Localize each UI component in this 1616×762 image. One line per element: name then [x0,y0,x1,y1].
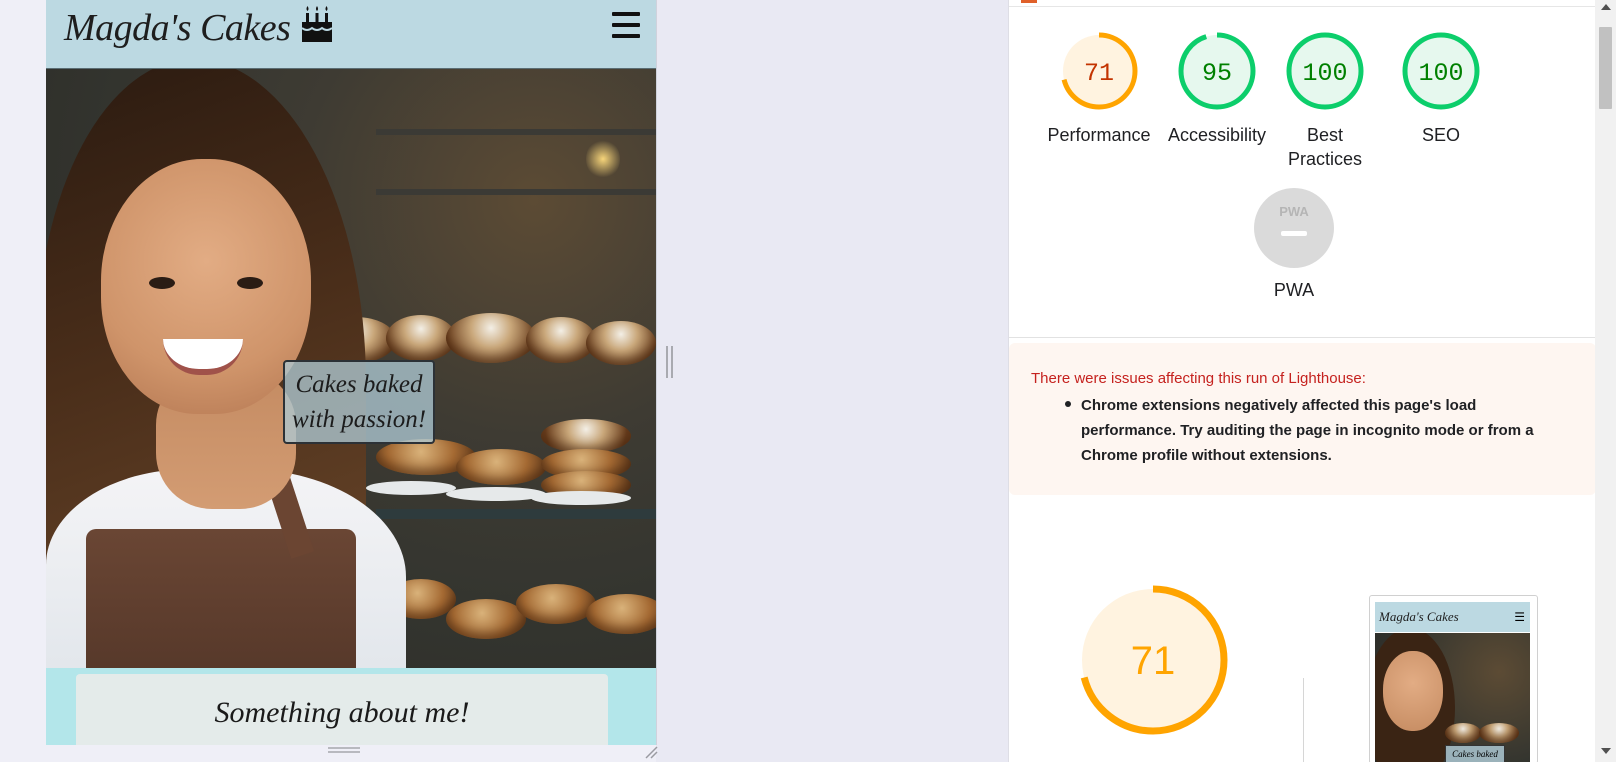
gauge-score: 100 [1302,59,1347,88]
resize-handle-bottom[interactable] [328,747,360,753]
gauge-score: 100 [1418,59,1463,88]
about-card: Something about me! [76,674,608,745]
gauge-ring: 71 [1060,32,1138,110]
warning-title: There were issues affecting this run of … [1031,370,1366,387]
device-bottom-bar [46,745,658,762]
woman-apron [86,529,356,668]
gauge-seo[interactable]: 100 SEO [1381,31,1501,147]
gauge-ring: 100 [1286,32,1364,110]
main-performance-gauge[interactable]: 71 [1073,580,1233,740]
gauge-score: 95 [1202,59,1232,88]
pastry [446,599,526,639]
pwa-badge-text: PWA [1279,204,1309,219]
gauge-pwa[interactable]: PWA PWA [1234,188,1354,302]
gauge-ring: 100 [1402,32,1480,110]
pastry [586,594,656,634]
resize-corner-icon[interactable] [644,745,658,759]
shelf [376,509,656,519]
pastry [1445,723,1481,743]
pwa-badge-icon: PWA [1254,188,1334,268]
gauge-accessibility[interactable]: 95 Accessibility [1157,31,1277,147]
site-header: Magda's Cakes [46,0,656,69]
top-divider [1009,6,1596,7]
gauge-label: Performance [1047,125,1151,145]
gauge-best-practices[interactable]: 100 Best Practices [1275,31,1375,171]
shelf [376,189,656,195]
hero-image: Cakes baked with passion! [46,69,656,668]
report-scrollbar[interactable] [1595,0,1616,762]
eye [237,277,263,289]
pastry [1479,723,1519,743]
pastry [541,419,631,453]
gauge-performance[interactable]: 71 Performance [1039,31,1159,147]
brand-text: Magda's Cakes [64,7,291,49]
gauge-label: Accessibility [1167,125,1267,145]
scrollbar-thumb[interactable] [1599,27,1612,109]
hamburger-menu-icon[interactable] [612,10,642,40]
bullet-icon [1065,401,1071,407]
thumbnail-brand: Magda's Cakes [1379,609,1459,624]
metrics-divider [1303,678,1304,762]
hero-caption-line1: Cakes baked [295,371,423,398]
gauge-label: Best Practices [1287,125,1363,169]
main-score: 71 [1131,639,1176,683]
birthday-cake-icon [301,6,334,42]
thumbnail-hero-image: Cakes baked [1375,633,1530,762]
eye [149,277,175,289]
warning-box: There were issues affecting this run of … [1009,343,1596,495]
scroll-up-arrow-icon[interactable] [1601,4,1611,10]
gauge-label: PWA [1273,280,1315,300]
lighthouse-logo-icon [1021,0,1037,3]
device-viewport: Magda's Cakes Cakes baked with passion! … [46,0,657,745]
pastry [456,449,546,485]
emulator-margin [0,0,46,762]
thumbnail-caption: Cakes baked [1445,745,1505,762]
plate [366,481,456,495]
page-screenshot-thumbnail[interactable]: Magda's Cakes ☰ Cakes baked [1369,595,1538,762]
about-title: Something about me! [214,696,470,729]
hero-caption: Cakes baked with passion! [283,360,435,444]
resize-handle-right[interactable] [666,346,674,378]
gauge-label: SEO [1421,125,1460,145]
plate [531,491,631,505]
site-brand[interactable]: Magda's Cakes [64,4,335,50]
about-section: Something about me! [46,668,656,745]
warning-item: Chrome extensions negatively affected th… [1081,397,1534,464]
gauge-ring: 95 [1178,32,1256,110]
smile [163,339,243,375]
lamp-light [586,139,620,179]
hero-caption-line2: with passion! [291,406,427,433]
pastry [446,313,536,363]
hamburger-menu-icon: ☰ [1514,610,1525,624]
section-divider [1009,337,1596,338]
thumbnail-header: Magda's Cakes ☰ [1375,602,1530,632]
pastry [586,321,656,365]
pastry [516,584,596,624]
lighthouse-report: 71 Performance 95 Accessibility 100 Best… [1008,0,1596,762]
shelf [376,129,656,135]
thumbnail-face [1383,651,1443,731]
gauge-score: 71 [1084,59,1114,88]
scroll-down-arrow-icon[interactable] [1601,748,1611,754]
woman-face [101,159,311,414]
